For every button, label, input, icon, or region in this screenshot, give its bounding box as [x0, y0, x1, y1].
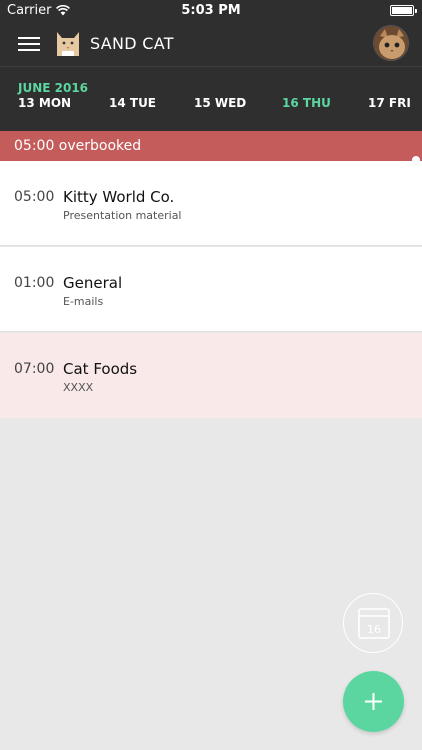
task-duration: 01:00	[14, 275, 55, 291]
clock: 5:03 PM	[181, 3, 241, 18]
date-item-14-tue[interactable]: 14 TUE	[109, 96, 156, 110]
plus-icon	[365, 693, 382, 710]
task-row[interactable]: 01:00 General E-mails	[0, 247, 422, 332]
app-header: SAND CAT	[0, 22, 422, 66]
month-label: JUNE 2016	[18, 81, 89, 95]
date-item-15-wed[interactable]: 15 WED	[194, 96, 246, 110]
add-task-button[interactable]	[343, 671, 404, 732]
date-item-17-fri[interactable]: 17 FRI	[368, 96, 411, 110]
hamburger-icon[interactable]	[18, 36, 40, 52]
calendar-icon: 16	[358, 608, 390, 639]
battery-icon	[390, 5, 417, 16]
app-title: SAND CAT	[90, 34, 174, 53]
task-duration: 05:00	[14, 189, 55, 205]
date-item-16-thu[interactable]: 16 THU	[282, 96, 331, 110]
cat-avatar-icon	[374, 26, 408, 60]
task-subtitle: E-mails	[63, 295, 104, 308]
calendar-button[interactable]: 16	[343, 593, 403, 653]
task-duration: 07:00	[14, 361, 55, 377]
status-bar: Carrier 5:03 PM	[0, 0, 422, 22]
task-subtitle: Presentation material	[63, 209, 182, 222]
task-title: Kitty World Co.	[63, 188, 175, 206]
task-subtitle: XXXX	[63, 381, 94, 394]
calendar-day-number: 16	[367, 623, 381, 636]
overbooked-text: 05:00 overbooked	[14, 138, 142, 154]
date-strip: JUNE 2016 13 MON 14 TUE 15 WED 16 THU 17…	[0, 66, 422, 131]
task-title: Cat Foods	[63, 360, 138, 378]
task-title: General	[63, 274, 123, 292]
task-row[interactable]: 07:00 Cat Foods XXXX	[0, 333, 422, 418]
user-avatar[interactable]	[373, 25, 409, 61]
task-row[interactable]: 05:00 Kitty World Co. Presentation mater…	[0, 161, 422, 246]
date-item-13-mon[interactable]: 13 MON	[18, 96, 71, 110]
overbooked-banner: 05:00 overbooked	[0, 131, 422, 161]
cat-logo-icon	[57, 32, 79, 56]
